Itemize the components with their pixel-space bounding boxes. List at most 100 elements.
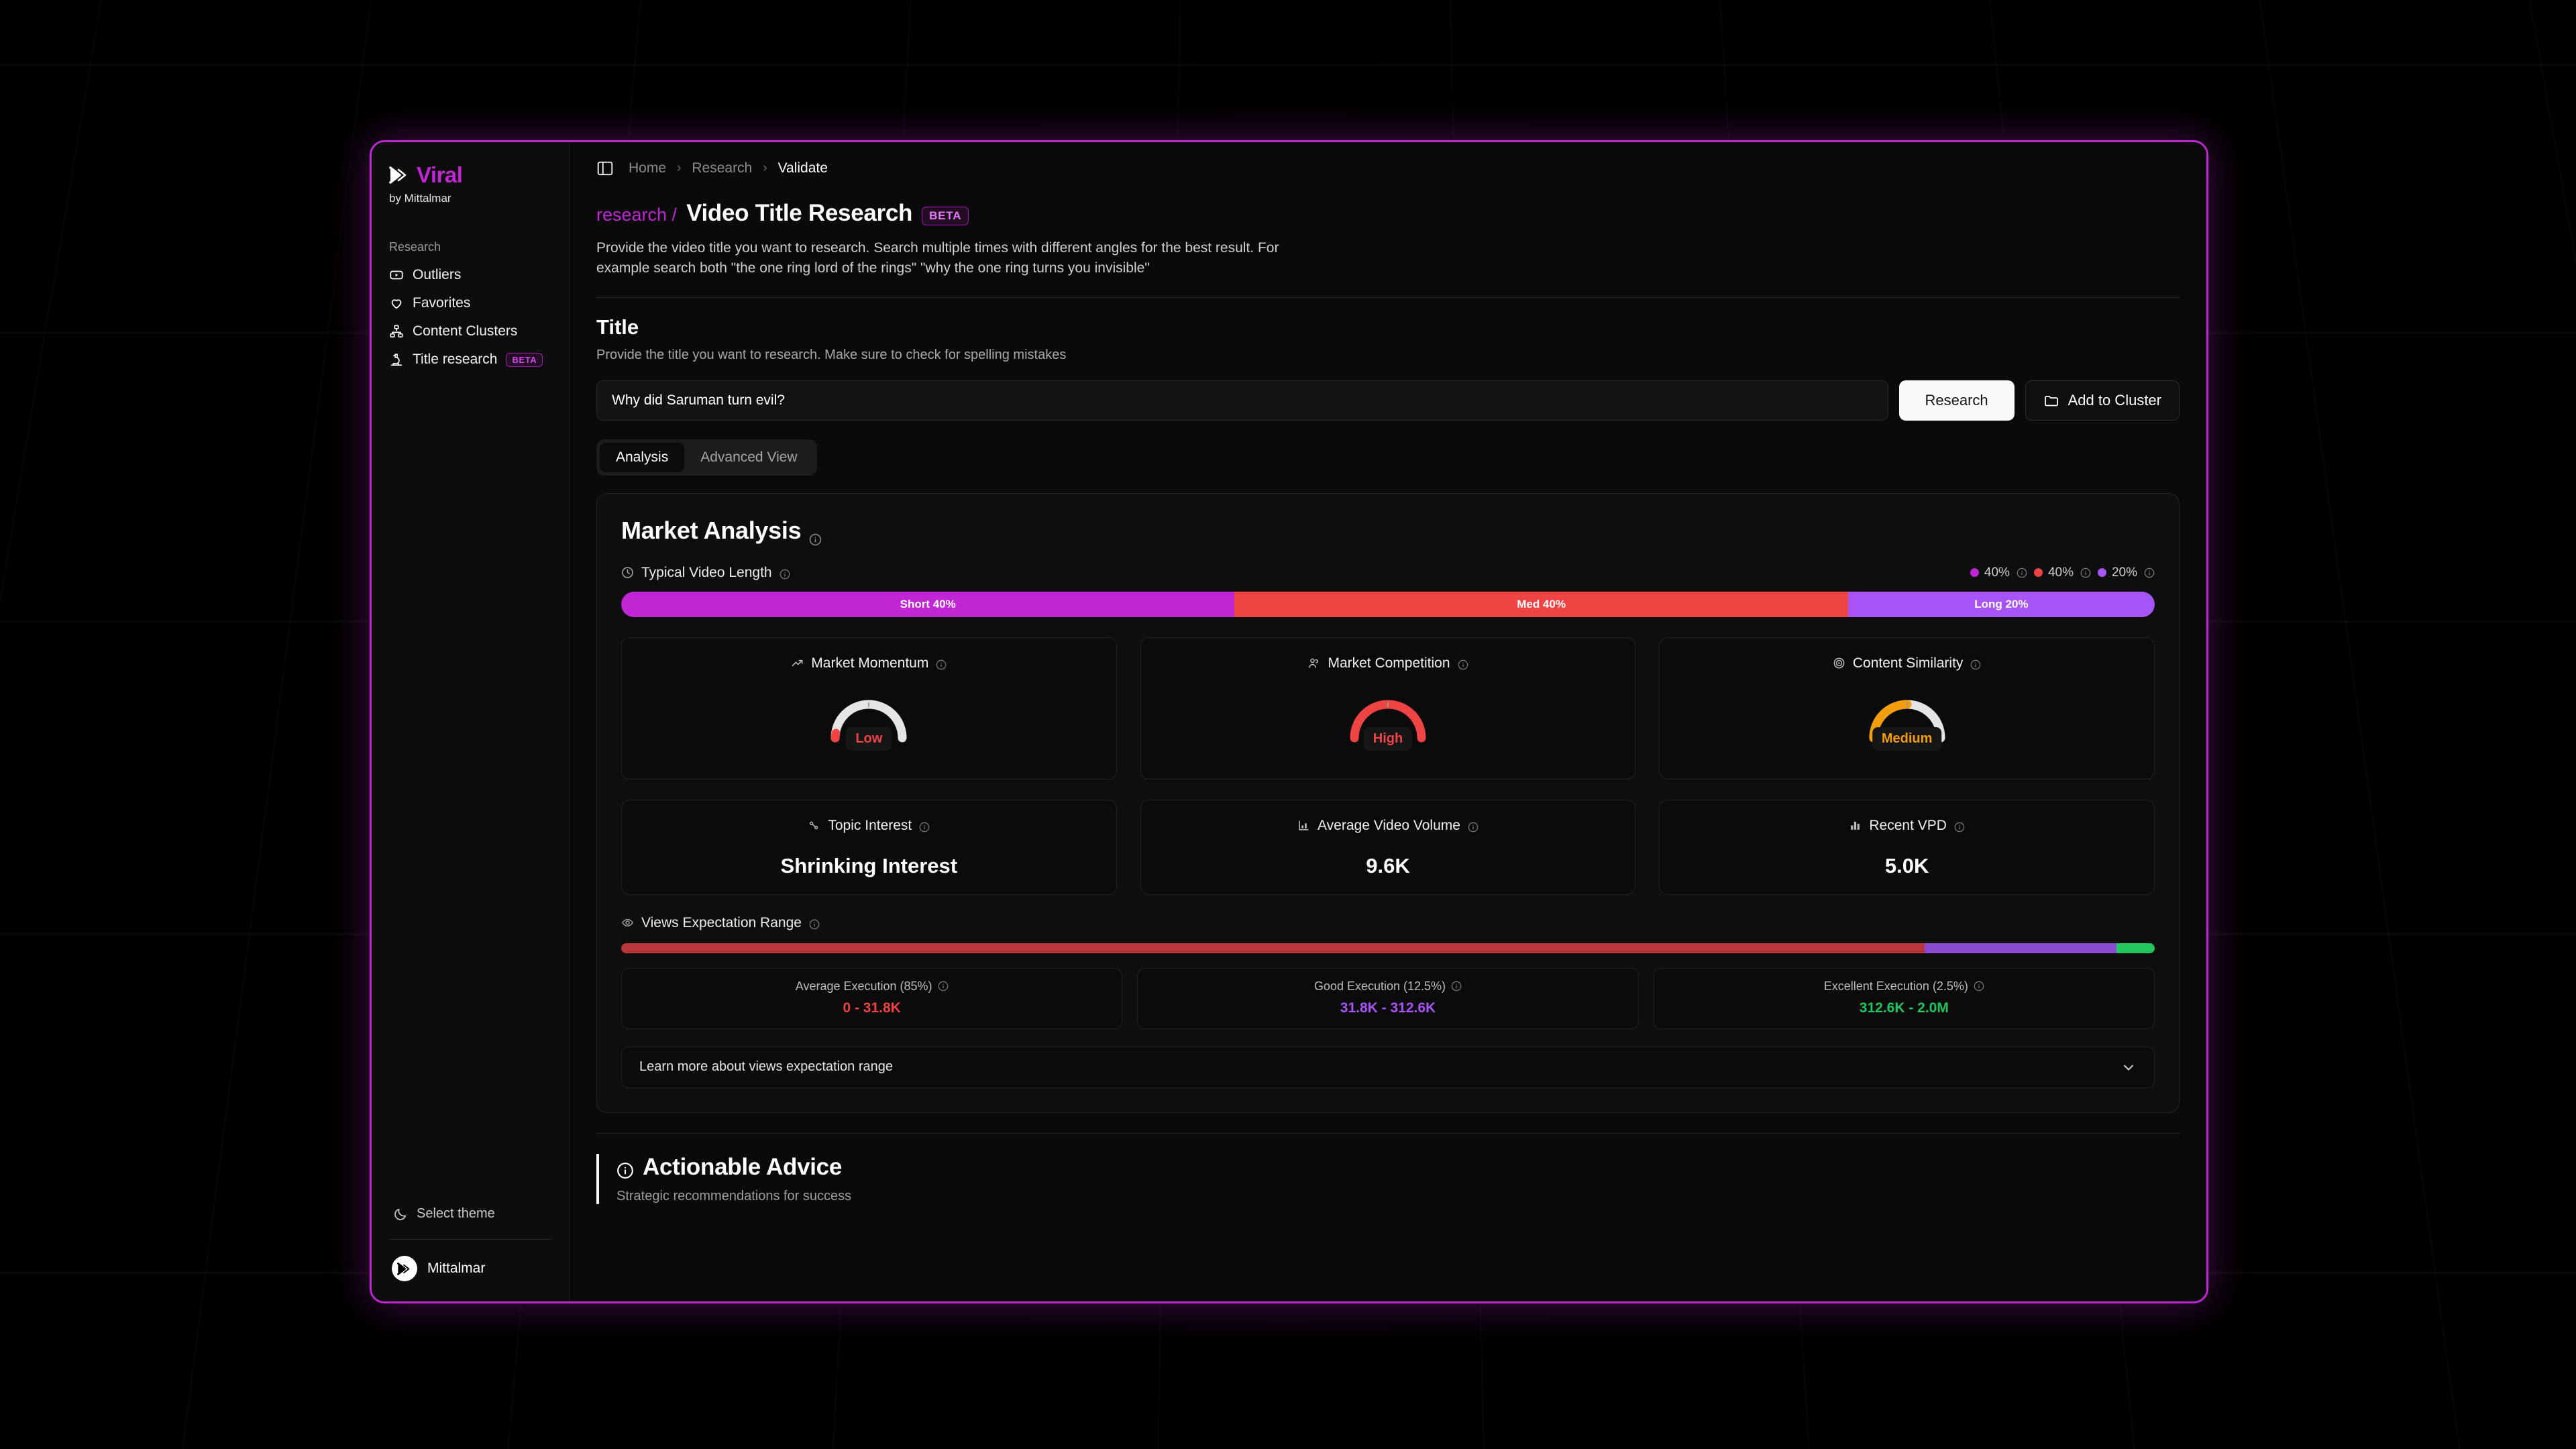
info-icon[interactable] [2080, 568, 2091, 578]
info-icon [616, 1159, 634, 1179]
typical-video-length-header: Typical Video Length 40% 40% 20% [621, 565, 2155, 581]
info-icon[interactable] [809, 918, 820, 929]
brand[interactable]: Viral [372, 162, 569, 188]
heart-icon [389, 296, 404, 311]
info-icon[interactable] [936, 658, 947, 669]
info-icon[interactable] [1970, 658, 1981, 669]
tab-advanced-view[interactable]: Advanced View [684, 443, 813, 472]
views-expectation-header: Views Expectation Range [621, 915, 2155, 931]
user-name: Mittalmar [427, 1260, 486, 1276]
title-input[interactable] [596, 380, 1888, 421]
tab-analysis[interactable]: Analysis [600, 442, 685, 472]
accordion-label: Learn more about views expectation range [639, 1059, 894, 1075]
metric-header: Topic Interest [808, 818, 930, 834]
info-icon[interactable] [1954, 820, 1965, 832]
gauge-market-momentum: Low [826, 690, 911, 751]
typical-video-length-label-group: Typical Video Length [621, 565, 790, 581]
target-icon [1833, 657, 1845, 669]
video-length-segment-med: Med 40% [1234, 591, 1848, 617]
sidebar-item-content-clusters[interactable]: Content Clusters [372, 317, 569, 345]
chevron-down-icon[interactable] [2121, 1059, 2137, 1075]
actionable-advice-body: Actionable Advice Strategic recommendati… [596, 1153, 2180, 1204]
view-tabs: Analysis Advanced View [596, 439, 817, 476]
brand-subtitle: by Mittalmar [389, 192, 451, 205]
sidebar-item-label: Content Clusters [413, 323, 518, 339]
sidebar-item-outliers[interactable]: Outliers [372, 261, 569, 289]
app-window: Viral by Mittalmar Research Outliers Fav… [370, 140, 2208, 1303]
sidebar-item-favorites[interactable]: Favorites [372, 289, 569, 317]
legend-dot [1970, 568, 1979, 578]
tier-value: 31.8K - 312.6K [1340, 1000, 1436, 1016]
legend-value: 20% [2111, 565, 2137, 580]
info-icon[interactable] [1458, 658, 1468, 669]
sidebar-item-title-research[interactable]: Title research BETA [372, 345, 569, 374]
page-description: Provide the video title you want to rese… [596, 240, 1279, 276]
metric-label: Market Momentum [811, 655, 929, 671]
brand-name: Viral [417, 162, 463, 187]
tier-card-good-execution: Good Execution (12.5%) 31.8K - 312.6K [1137, 967, 1639, 1029]
sidebar-item-badge: BETA [506, 352, 543, 367]
info-icon[interactable] [938, 981, 949, 991]
metric-card-recent-vpd: Recent VPD 5.0K [1659, 799, 2155, 895]
metric-header: Market Competition [1307, 655, 1468, 672]
legend-value: 40% [2047, 565, 2074, 580]
gauge-content-similarity: Medium [1865, 690, 1949, 751]
folder-icon [2043, 392, 2059, 409]
metric-value: Shrinking Interest [780, 853, 958, 877]
actionable-advice-title: Actionable Advice [643, 1153, 843, 1180]
video-length-bar: Short 40% Med 40% Long 20% [621, 591, 2155, 617]
title-section-subheading: Provide the title you want to research. … [596, 347, 1067, 362]
views-expectation-label: Views Expectation Range [641, 914, 802, 930]
user-profile[interactable]: Mittalmar [372, 1240, 569, 1301]
bar-chart-icon [1297, 819, 1310, 832]
metric-label: Average Video Volume [1318, 817, 1460, 833]
metric-label: Recent VPD [1869, 817, 1947, 833]
sidebar-item-label: Favorites [413, 295, 471, 311]
legend-value: 40% [1984, 565, 2010, 580]
typical-video-length-label: Typical Video Length [641, 564, 772, 580]
metric-label: Topic Interest [828, 817, 912, 833]
legend-dot [2033, 568, 2043, 578]
sidebar-item-label: Outliers [413, 267, 462, 282]
sidebar-toggle-icon[interactable] [596, 160, 614, 177]
metric-value: 5.0K [1884, 853, 1929, 877]
page-title-row: research / Video Title Research BETA [596, 200, 2180, 227]
breadcrumb-item-home[interactable]: Home [629, 160, 666, 176]
gauge-card-row: Market Momentum Low Market Competition H… [621, 637, 2155, 780]
avatar [392, 1256, 417, 1281]
select-theme-button[interactable]: Select theme [372, 1198, 569, 1239]
page-badge: BETA [922, 207, 969, 225]
info-icon[interactable] [919, 820, 930, 832]
legend-item: 40% [2033, 565, 2074, 580]
add-to-cluster-button[interactable]: Add to Cluster [2025, 380, 2180, 421]
info-icon[interactable] [809, 524, 822, 546]
views-expectation-accordion[interactable]: Learn more about views expectation range [621, 1046, 2155, 1088]
tier-value: 312.6K - 2.0M [1859, 1000, 1949, 1016]
title-input-row: Research Add to Cluster [596, 380, 2180, 421]
video-length-legend: 40% 40% 20% [1970, 566, 2155, 580]
views-expectation-bar [621, 943, 2155, 953]
sidebar: Viral by Mittalmar Research Outliers Fav… [372, 142, 570, 1301]
info-icon[interactable] [1451, 981, 1462, 991]
breadcrumb-separator: › [677, 161, 682, 175]
trending-up-icon [791, 657, 804, 669]
actionable-advice-subtitle: Strategic recommendations for success [616, 1188, 852, 1203]
legend-dot [2097, 568, 2106, 578]
metric-card-row: Topic Interest Shrinking Interest Averag… [621, 799, 2155, 895]
actionable-advice-section: Actionable Advice Strategic recommendati… [596, 1132, 2180, 1204]
page-kicker: research / [596, 205, 678, 225]
tier-label: Average Execution (85%) [795, 979, 932, 993]
breadcrumb-item-research[interactable]: Research [692, 160, 752, 176]
info-icon[interactable] [2017, 568, 2027, 578]
info-icon[interactable] [2144, 568, 2155, 578]
breadcrumb-item-validate[interactable]: Validate [778, 160, 828, 176]
research-button[interactable]: Research [1898, 380, 2015, 421]
tier-value: 0 - 31.8K [843, 1000, 901, 1016]
metric-header: Average Video Volume [1297, 818, 1479, 834]
moon-icon [393, 1207, 408, 1222]
info-icon[interactable] [780, 568, 790, 579]
info-icon[interactable] [1974, 981, 1984, 991]
range-segment-good [1925, 943, 2116, 953]
info-icon[interactable] [1468, 820, 1479, 832]
gauge-market-competition: High [1346, 690, 1430, 751]
